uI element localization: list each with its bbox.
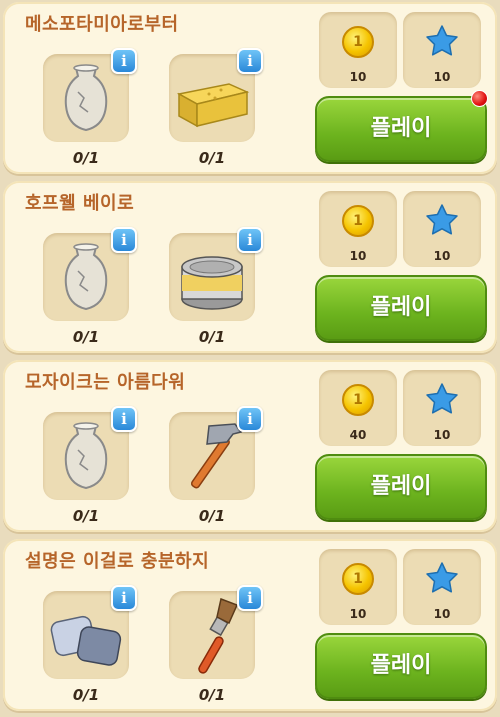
info-icon[interactable]: i <box>111 48 137 74</box>
item-slot[interactable]: i <box>169 406 263 500</box>
coin-icon: 1 <box>342 26 374 58</box>
item-slot[interactable]: i <box>43 227 137 321</box>
item-slot[interactable]: i <box>169 227 263 321</box>
play-button[interactable]: 플레이 <box>315 633 487 699</box>
coin-icon: 1 <box>342 205 374 237</box>
item-count: 0/1 <box>72 149 100 167</box>
star-amount: 10 <box>433 607 451 621</box>
coin-reward: 1 10 <box>319 191 397 267</box>
item-count: 0/1 <box>72 686 100 704</box>
star-reward: 10 <box>403 12 481 88</box>
coin-reward: 1 10 <box>319 12 397 88</box>
coin-amount: 10 <box>349 70 367 84</box>
coin-reward: 1 40 <box>319 370 397 446</box>
level-title: 설명은 이걸로 충분하지 <box>25 551 210 572</box>
star-reward: 10 <box>403 191 481 267</box>
play-button[interactable]: 플레이 <box>315 454 487 520</box>
info-icon[interactable]: i <box>111 227 137 253</box>
level-card: 메소포타미아로부터 i i 0/1 0/1 1 10 10 플레이 <box>3 2 497 174</box>
star-amount: 10 <box>433 249 451 263</box>
play-button[interactable]: 플레이 <box>315 275 487 341</box>
info-icon[interactable]: i <box>237 48 263 74</box>
star-icon <box>426 25 458 56</box>
coin-amount: 10 <box>349 249 367 263</box>
level-card: 설명은 이걸로 충분하지 i i 0/1 0/1 1 10 10 플레이 <box>3 539 497 711</box>
info-icon[interactable]: i <box>237 406 263 432</box>
play-button[interactable]: 플레이 <box>315 96 487 162</box>
star-reward: 10 <box>403 549 481 625</box>
notification-dot <box>471 90 488 107</box>
star-icon <box>426 204 458 235</box>
item-slot[interactable]: i <box>43 406 137 500</box>
coin-amount: 40 <box>349 428 367 442</box>
info-icon[interactable]: i <box>237 227 263 253</box>
star-amount: 10 <box>433 70 451 84</box>
star-icon <box>426 562 458 593</box>
level-title: 메소포타미아로부터 <box>25 14 179 35</box>
item-slot[interactable]: i <box>169 585 263 679</box>
item-count: 0/1 <box>72 328 100 346</box>
item-count: 0/1 <box>72 507 100 525</box>
item-slot[interactable]: i <box>169 48 263 142</box>
level-card: 호프웰 베이로 i i 0/1 0/1 1 10 10 플레이 <box>3 181 497 353</box>
info-icon[interactable]: i <box>237 585 263 611</box>
coin-amount: 10 <box>349 607 367 621</box>
coin-reward: 1 10 <box>319 549 397 625</box>
star-reward: 10 <box>403 370 481 446</box>
item-count: 0/1 <box>198 328 226 346</box>
item-slot[interactable]: i <box>43 585 137 679</box>
star-icon <box>426 383 458 414</box>
star-amount: 10 <box>433 428 451 442</box>
item-slot[interactable]: i <box>43 48 137 142</box>
item-count: 0/1 <box>198 149 226 167</box>
info-icon[interactable]: i <box>111 585 137 611</box>
coin-icon: 1 <box>342 384 374 416</box>
item-count: 0/1 <box>198 507 226 525</box>
level-title: 호프웰 베이로 <box>25 193 135 214</box>
level-card: 모자이크는 아름다워 i i 0/1 0/1 1 40 10 플레이 <box>3 360 497 532</box>
item-count: 0/1 <box>198 686 226 704</box>
level-title: 모자이크는 아름다워 <box>25 372 186 393</box>
coin-icon: 1 <box>342 563 374 595</box>
info-icon[interactable]: i <box>111 406 137 432</box>
